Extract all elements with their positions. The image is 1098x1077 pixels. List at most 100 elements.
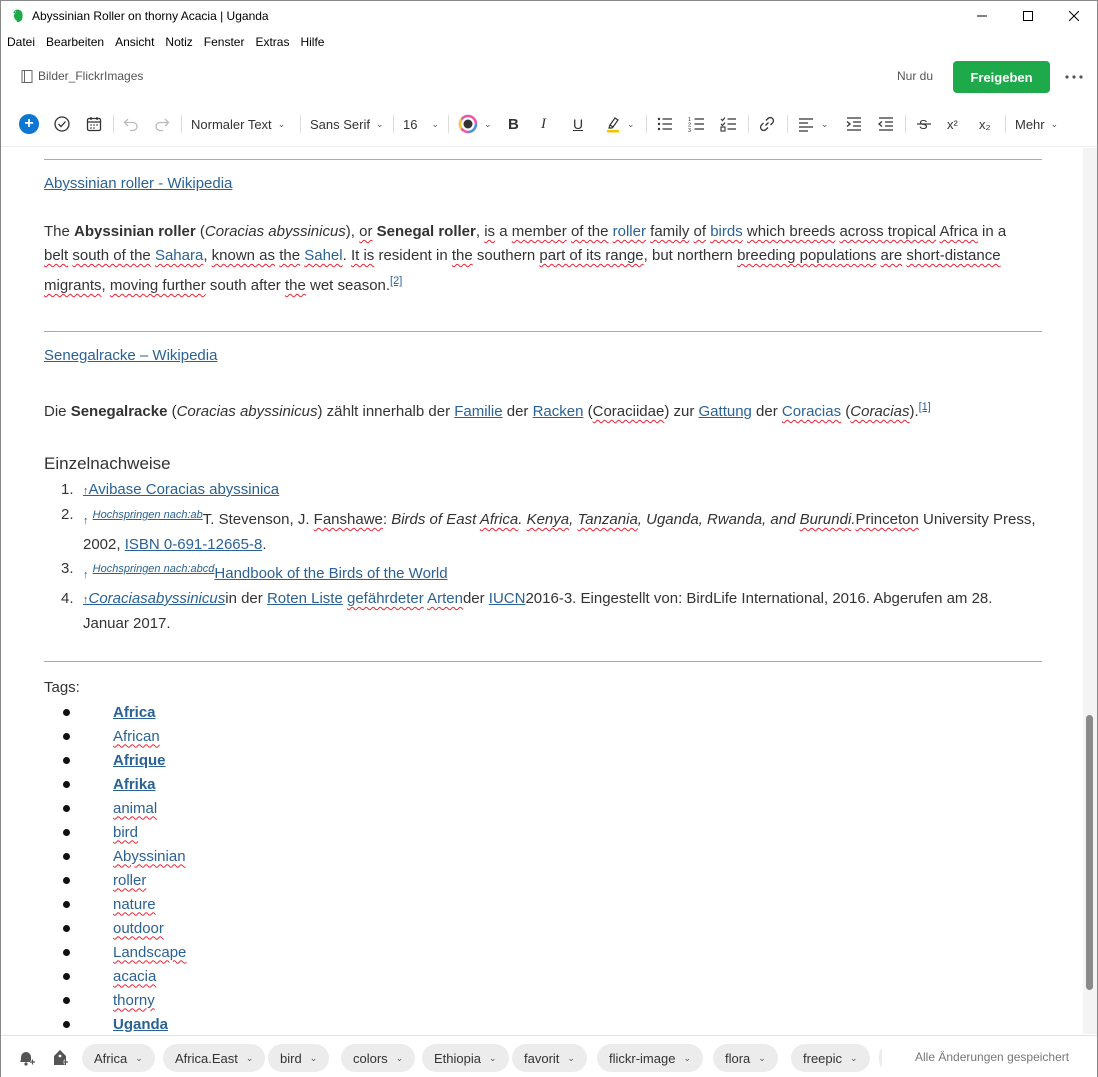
tag-chip[interactable]: flora ⌄ bbox=[713, 1044, 778, 1072]
tag-chip[interactable]: Africa.East ⌄ bbox=[163, 1044, 266, 1072]
tag-chip[interactable]: flickr-image ⌄ bbox=[597, 1044, 704, 1072]
sharing-status[interactable]: Nur du bbox=[897, 69, 933, 83]
reference-link[interactable]: ↑Avibase Coracias abyssinica bbox=[83, 481, 279, 498]
share-button[interactable]: Freigeben bbox=[953, 61, 1050, 93]
checklist-button[interactable] bbox=[720, 112, 738, 136]
wiki-en-link[interactable]: Abyssinian roller - Wikipedia bbox=[44, 175, 232, 192]
tag-link[interactable]: thorny bbox=[113, 992, 155, 1009]
add-tag-button[interactable] bbox=[50, 1048, 70, 1068]
paragraph-style-dropdown[interactable]: Normaler Text ⌄ bbox=[191, 112, 285, 136]
bold-button[interactable]: B bbox=[508, 112, 519, 136]
jump-link[interactable]: Hochspringen nach:ab bbox=[93, 509, 203, 521]
reference-link[interactable]: ↑Coraciasabyssinicus bbox=[83, 590, 225, 607]
tag-link[interactable]: Afrika bbox=[113, 776, 156, 793]
reference-link[interactable]: Handbook of the Birds of the World bbox=[214, 565, 447, 582]
text-color-button[interactable]: ⌄ bbox=[458, 112, 492, 136]
tag-chip[interactable]: Ethiopia ⌄ bbox=[422, 1044, 509, 1072]
wiki-de-link[interactable]: Senegalracke – Wikipedia bbox=[44, 347, 217, 364]
formatting-toolbar: + Normaler Text ⌄ Sans Serif ⌄ 16 ⌄ ⌄ B … bbox=[1, 101, 1097, 147]
tag-chip[interactable]: bird ⌄ bbox=[268, 1044, 330, 1072]
reference-link[interactable]: [1] bbox=[919, 401, 931, 413]
link-arten[interactable]: Arten bbox=[427, 590, 463, 607]
tag-link[interactable]: roller bbox=[113, 872, 146, 889]
link-sahel[interactable]: Sahel bbox=[304, 247, 342, 264]
link-sahara[interactable]: Sahara bbox=[155, 247, 203, 264]
text: . bbox=[518, 511, 527, 528]
superscript-button[interactable]: x² bbox=[947, 112, 958, 136]
tag-link[interactable]: animal bbox=[113, 800, 157, 817]
font-size-dropdown[interactable]: 16 ⌄ bbox=[403, 112, 439, 136]
reference-link[interactable]: [2] bbox=[390, 275, 402, 287]
link-roller[interactable]: roller bbox=[613, 223, 646, 240]
tag-link[interactable]: Afrique bbox=[113, 752, 166, 769]
close-button[interactable] bbox=[1051, 1, 1097, 31]
tag-link[interactable]: nature bbox=[113, 896, 156, 913]
subscript-button[interactable]: x₂ bbox=[979, 112, 991, 136]
tag-link[interactable]: Africa bbox=[113, 704, 156, 721]
numbered-list-button[interactable]: 123 bbox=[688, 112, 706, 136]
link-button[interactable] bbox=[758, 112, 776, 136]
link-birds[interactable]: birds bbox=[710, 223, 743, 240]
italic-button[interactable]: I bbox=[541, 112, 546, 136]
note-content[interactable]: Abyssinian roller - Wikipedia The Abyssi… bbox=[1, 148, 1083, 1034]
more-formatting-dropdown[interactable]: Mehr ⌄ bbox=[1015, 112, 1058, 136]
tag-link[interactable]: Abyssinian bbox=[113, 848, 186, 865]
link-gattung[interactable]: Gattung bbox=[699, 403, 752, 420]
menu-bearbeiten[interactable]: Bearbeiten bbox=[46, 35, 104, 49]
underline-button[interactable]: U bbox=[573, 112, 583, 136]
indent-button[interactable] bbox=[845, 112, 863, 136]
menu-datei[interactable]: Datei bbox=[7, 35, 35, 49]
undo-button[interactable] bbox=[122, 112, 140, 136]
menu-ansicht[interactable]: Ansicht bbox=[115, 35, 154, 49]
calendar-icon bbox=[86, 117, 102, 132]
arrow-up-icon: ↑ bbox=[83, 515, 89, 527]
reminder-button[interactable] bbox=[16, 1048, 36, 1068]
evernote-logo-icon bbox=[10, 8, 26, 24]
tag-chip[interactable]: colors ⌄ bbox=[341, 1044, 416, 1072]
menu-fenster[interactable]: Fenster bbox=[204, 35, 245, 49]
minimize-button[interactable] bbox=[959, 1, 1005, 31]
tag-link[interactable]: outdoor bbox=[113, 920, 164, 937]
outdent-button[interactable] bbox=[877, 112, 895, 136]
link-roten-liste[interactable]: Roten Liste bbox=[267, 590, 343, 607]
calendar-button[interactable] bbox=[85, 112, 103, 136]
maximize-button[interactable] bbox=[1005, 1, 1051, 31]
link-gefaehrdeter[interactable]: gefährdeter bbox=[347, 590, 424, 607]
link-familie[interactable]: Familie bbox=[454, 403, 502, 420]
tag-chip[interactable]: favorit ⌄ bbox=[512, 1044, 587, 1072]
jump-link[interactable]: Hochspringen nach:abcd bbox=[93, 563, 215, 575]
tag-link[interactable]: Landscape bbox=[113, 944, 186, 961]
font-size-value: 16 bbox=[403, 116, 418, 132]
vertical-scrollbar[interactable] bbox=[1083, 148, 1097, 1034]
insert-button[interactable]: + bbox=[19, 112, 39, 136]
redo-button[interactable] bbox=[153, 112, 171, 136]
highlight-button[interactable]: ⌄ bbox=[605, 112, 635, 136]
isbn-link[interactable]: ISBN 0-691-12665-8 bbox=[125, 536, 263, 553]
link-racken[interactable]: Racken bbox=[533, 403, 584, 420]
menu-extras[interactable]: Extras bbox=[255, 35, 289, 49]
menu-hilfe[interactable]: Hilfe bbox=[300, 35, 324, 49]
bullet-list-button[interactable] bbox=[656, 112, 674, 136]
tag-chip[interactable] bbox=[879, 1044, 882, 1072]
tag-link[interactable]: Uganda bbox=[113, 1016, 168, 1033]
bullet-icon bbox=[63, 709, 70, 716]
tag-chip[interactable]: freepic ⌄ bbox=[791, 1044, 870, 1072]
alignment-button[interactable]: ⌄ bbox=[797, 112, 829, 136]
reference-number: 1. bbox=[61, 481, 74, 498]
strikethrough-button[interactable]: S bbox=[915, 112, 933, 136]
tag-link[interactable]: bird bbox=[113, 824, 138, 841]
menu-notiz[interactable]: Notiz bbox=[165, 35, 192, 49]
tag-link[interactable]: acacia bbox=[113, 968, 156, 985]
font-family-dropdown[interactable]: Sans Serif ⌄ bbox=[310, 112, 384, 136]
link-coracias[interactable]: Coracias bbox=[782, 403, 841, 420]
text: , bbox=[203, 247, 212, 264]
more-options-icon[interactable] bbox=[1064, 67, 1084, 87]
scrollbar-thumb[interactable] bbox=[1086, 715, 1093, 990]
task-button[interactable] bbox=[53, 112, 71, 136]
notebook-selector[interactable]: Bilder_FlickrImages bbox=[21, 69, 143, 83]
tag-chip[interactable]: Africa ⌄ bbox=[82, 1044, 155, 1072]
tag-link[interactable]: African bbox=[113, 728, 160, 745]
jump-label: Hochspringen nach: bbox=[92, 563, 191, 575]
bullet-icon bbox=[63, 1021, 70, 1028]
link-iucn[interactable]: IUCN bbox=[489, 590, 526, 607]
